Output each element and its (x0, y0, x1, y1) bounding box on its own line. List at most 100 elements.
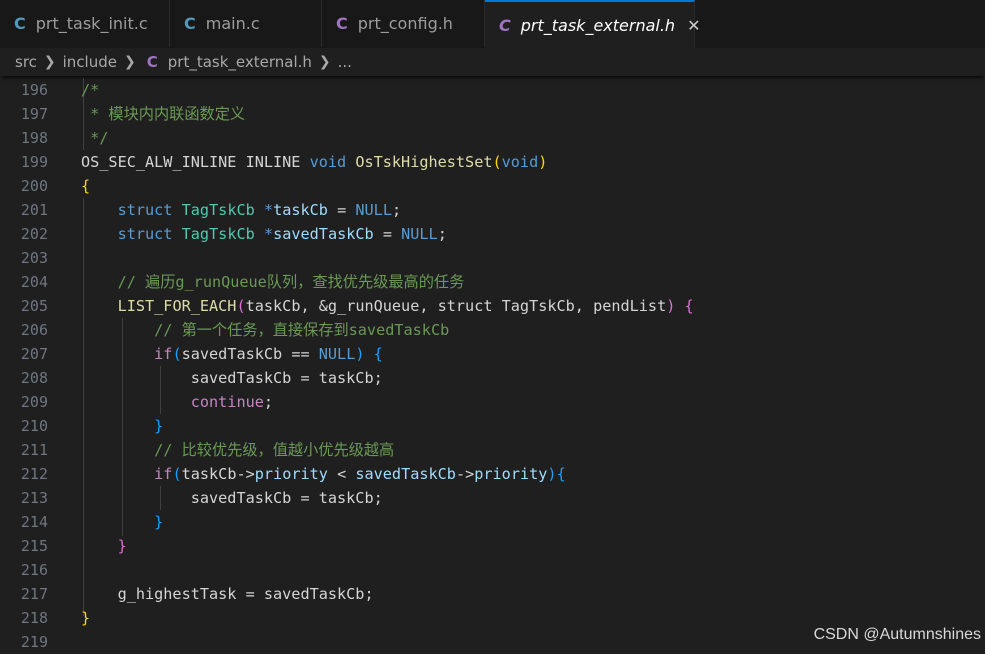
code-token: * 模块内内联函数定义 (81, 105, 246, 123)
code-line[interactable]: 203 (0, 246, 985, 270)
code-line[interactable]: 196 /* (0, 78, 985, 102)
line-number: 212 (20, 465, 48, 483)
line-number: 209 (20, 393, 48, 411)
c-file-icon: C (14, 14, 26, 33)
code-line[interactable]: 213 savedTaskCb = taskCb; (0, 486, 985, 510)
tab-label: prt_config.h (357, 14, 453, 33)
breadcrumb-item-symbols[interactable]: ... (338, 53, 352, 71)
code-text: // 第一个任务，直接保存到savedTaskCb (81, 318, 449, 342)
code-line[interactable]: 217 g_highestTask = savedTaskCb; (0, 582, 985, 606)
code-token: } (154, 417, 164, 435)
code-line[interactable]: 208 savedTaskCb = taskCb; (0, 366, 985, 390)
code-line[interactable]: 205 LIST_FOR_EACH(taskCb, &g_runQueue, s… (0, 294, 985, 318)
code-token: NULL (355, 201, 392, 219)
code-token: savedTaskCb = taskCb; (81, 369, 383, 387)
tab-prt-task-external-h[interactable]: C prt_task_external.h ✕ (485, 0, 700, 48)
code-line[interactable]: 202 struct TagTskCb *savedTaskCb = NULL; (0, 222, 985, 246)
c-header-file-icon: C (146, 53, 158, 71)
line-number: 207 (20, 345, 48, 363)
code-token: void (309, 153, 347, 171)
code-token: ) (666, 297, 676, 315)
code-token: -> (455, 465, 475, 483)
close-icon[interactable]: ✕ (687, 16, 700, 35)
code-token: NULL (318, 345, 356, 363)
code-token: if (154, 465, 173, 483)
code-text: savedTaskCb = taskCb; (81, 486, 383, 510)
line-number: 202 (20, 225, 48, 243)
line-number: 203 (20, 249, 48, 267)
line-number: 218 (20, 609, 48, 627)
chevron-right-icon: ❯ (318, 54, 331, 70)
code-text: if(savedTaskCb == NULL) { (81, 342, 383, 366)
line-number: 200 (20, 177, 48, 195)
breadcrumb-item-file[interactable]: prt_task_external.h (168, 53, 312, 71)
chevron-right-icon: ❯ (43, 54, 56, 70)
code-token: savedTaskCb (355, 465, 456, 483)
code-line[interactable]: 197 * 模块内内联函数定义 (0, 102, 985, 126)
line-number: 204 (20, 273, 48, 291)
line-number: 208 (20, 369, 48, 387)
code-token: = (373, 225, 402, 243)
code-token: priority (254, 465, 328, 483)
line-number: 211 (20, 441, 48, 459)
line-number: 217 (20, 585, 48, 603)
code-text: { (81, 174, 90, 198)
line-number: 213 (20, 489, 48, 507)
c-file-icon: C (184, 14, 196, 33)
tab-main-c[interactable]: C main.c (170, 0, 322, 47)
code-token: taskCb, &g_runQueue, struct TagTskCb, pe… (245, 297, 667, 315)
code-line[interactable]: 198 */ (0, 126, 985, 150)
line-number: 198 (20, 129, 48, 147)
code-token: struct (117, 201, 173, 219)
code-text: * 模块内内联函数定义 (81, 102, 245, 126)
code-line[interactable]: 211 // 比较优先级，值越小优先级越高 (0, 438, 985, 462)
code-token: { (684, 297, 694, 315)
code-line[interactable]: 206 // 第一个任务，直接保存到savedTaskCb (0, 318, 985, 342)
code-token: savedTaskCb (273, 225, 374, 243)
code-token: /* (81, 81, 100, 99)
line-number: 215 (20, 537, 48, 555)
code-text: struct TagTskCb *savedTaskCb = NULL; (81, 222, 447, 246)
line-number: 219 (20, 633, 48, 651)
code-line[interactable]: 207 if(savedTaskCb == NULL) { (0, 342, 985, 366)
code-token: ) (547, 465, 557, 483)
code-line[interactable]: 199 OS_SEC_ALW_INLINE INLINE void OsTskHi… (0, 150, 985, 174)
editor-tab-bar: C prt_task_init.c C main.c C prt_config.… (0, 0, 985, 49)
code-token: savedTaskCb == (181, 345, 319, 363)
code-line[interactable]: 214 } (0, 510, 985, 534)
code-token: // 第一个任务，直接保存到savedTaskCb (154, 321, 450, 339)
code-token: ( (172, 345, 182, 363)
breadcrumb: src ❯ include ❯ C prt_task_external.h ❯ … (0, 48, 985, 76)
code-line[interactable]: 201 struct TagTskCb *taskCb = NULL; (0, 198, 985, 222)
code-token: */ (81, 129, 109, 147)
code-editor[interactable]: 196/* 197 * 模块内内联函数定义 198 */199 OS_SEC_ALW_… (0, 78, 985, 654)
code-line[interactable]: 215 } (0, 534, 985, 558)
code-token: ( (492, 153, 502, 171)
breadcrumb-item-src[interactable]: src (15, 53, 37, 71)
code-token: { (373, 345, 383, 363)
code-line[interactable]: 204 // 遍历g_runQueue队列，查找优先级最高的任务 (0, 270, 985, 294)
line-number: 196 (20, 81, 48, 99)
tab-prt-task-init-c[interactable]: C prt_task_init.c (0, 0, 170, 47)
code-line[interactable]: 212 if(taskCb->priority < savedTaskCb->p… (0, 462, 985, 486)
line-number: 210 (20, 417, 48, 435)
code-line[interactable]: 210 } (0, 414, 985, 438)
code-line[interactable]: 200 { (0, 174, 985, 198)
tab-prt-config-h[interactable]: C prt_config.h (322, 0, 485, 47)
code-line[interactable]: 209 continue; (0, 390, 985, 414)
code-token: if (154, 345, 173, 363)
code-text: g_highestTask = savedTaskCb; (81, 582, 374, 606)
breadcrumb-item-include[interactable]: include (63, 53, 117, 71)
code-line[interactable]: 216 (0, 558, 985, 582)
code-token: * (263, 201, 274, 219)
